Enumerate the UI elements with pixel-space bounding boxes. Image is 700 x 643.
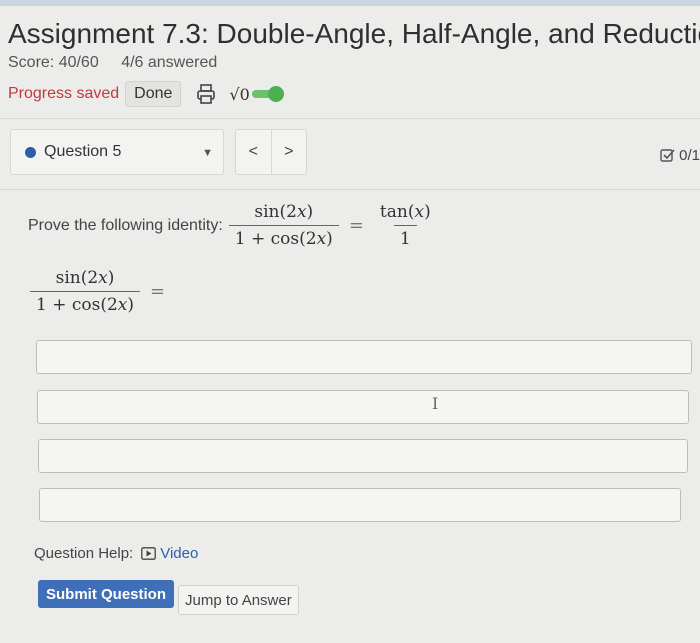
- question-status-dot: [25, 146, 36, 158]
- answer-step-input-2[interactable]: [37, 390, 689, 424]
- video-help-link[interactable]: Video: [141, 545, 198, 562]
- answer-step-input-3[interactable]: [38, 439, 688, 473]
- identity-lhs-numerator: sin(2x): [254, 202, 314, 222]
- prompt-text: Prove the following identity:: [28, 216, 223, 234]
- video-link-label: Video: [160, 545, 199, 562]
- page-title: Assignment 7.3: Double-Angle, Half-Angle…: [8, 18, 700, 49]
- chevron-down-icon: ▼: [202, 147, 213, 159]
- video-icon: [141, 547, 157, 560]
- progress-saved-status: Progress saved: [8, 85, 120, 102]
- previous-question-button[interactable]: <: [236, 130, 271, 174]
- answered-count: 4/6 answered: [121, 54, 218, 71]
- answer-step-input-1[interactable]: [36, 340, 692, 374]
- question-nav-bar: Question 5 ▼ < > 0/1: [0, 118, 700, 190]
- question-pager: < >: [235, 129, 307, 175]
- jump-to-answer-button[interactable]: Jump to Answer: [178, 585, 299, 615]
- proof-lhs-denominator: 1 + cos(2x): [30, 291, 141, 315]
- text-cursor-icon: I: [432, 394, 439, 413]
- score-text: Score: 40/60: [8, 54, 99, 71]
- proof-equals-sign: =: [150, 281, 166, 302]
- identity-rhs-denominator: 1: [393, 225, 417, 249]
- score-row: Score: 40/60 4/6 answered: [8, 54, 235, 72]
- next-question-button[interactable]: >: [270, 130, 307, 174]
- identity-lhs-fraction: sin(2x) 1 + cos(2x): [228, 202, 339, 249]
- submit-question-button[interactable]: Submit Question: [38, 580, 174, 608]
- question-score-value: 0/1: [679, 147, 700, 164]
- done-button[interactable]: Done: [125, 81, 182, 107]
- question-score: 0/1: [660, 147, 700, 164]
- printer-icon[interactable]: [195, 83, 217, 105]
- math-view-toggle[interactable]: [251, 86, 284, 102]
- checkbox-icon: [660, 149, 675, 162]
- question-help: Question Help: Video: [34, 545, 198, 562]
- identity-rhs-fraction: tan(x) 1: [374, 202, 437, 249]
- proof-start-expression: sin(2x) 1 + cos(2x) =: [30, 268, 175, 315]
- toggle-knob: [267, 86, 284, 102]
- question-prompt: Prove the following identity: sin(2x) 1 …: [28, 202, 437, 249]
- progress-row: Progress saved Done √0: [8, 80, 284, 108]
- question-select[interactable]: Question 5 ▼: [10, 129, 224, 175]
- identity-rhs-numerator: tan(x): [379, 202, 431, 222]
- proof-lhs-fraction: sin(2x) 1 + cos(2x): [30, 268, 141, 315]
- top-accent-bar: [0, 0, 700, 6]
- proof-lhs-numerator: sin(2x): [55, 268, 115, 288]
- question-select-label: Question 5: [44, 143, 122, 160]
- question-help-label: Question Help:: [34, 545, 134, 562]
- math-view-label: √0: [229, 84, 250, 104]
- answer-step-input-4[interactable]: [39, 488, 681, 522]
- equals-sign: =: [348, 215, 364, 236]
- identity-lhs-denominator: 1 + cos(2x): [228, 225, 339, 249]
